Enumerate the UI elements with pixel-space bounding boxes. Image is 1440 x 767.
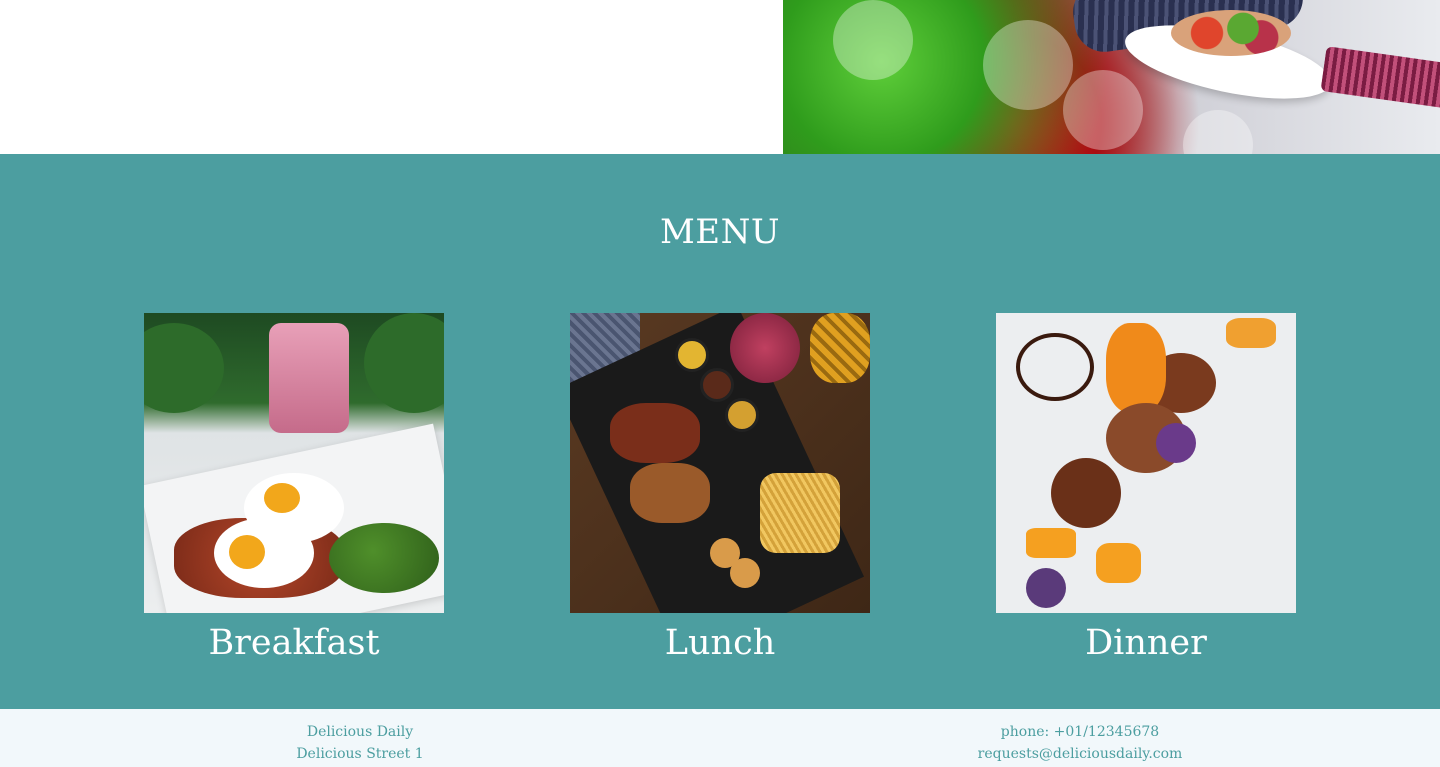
- top-blank-area: [0, 0, 783, 154]
- sauce-dollop: [1051, 458, 1121, 528]
- bokeh-light: [833, 0, 913, 80]
- menu-item-label-lunch[interactable]: Lunch: [570, 623, 870, 663]
- footer-street: Delicious Street 1: [296, 746, 424, 762]
- menu-item-label-breakfast[interactable]: Breakfast: [144, 623, 444, 663]
- bread-roll: [730, 558, 760, 588]
- grilled-meat: [630, 463, 710, 523]
- menu-item-label-dinner[interactable]: Dinner: [996, 623, 1296, 663]
- pineapple: [810, 313, 870, 383]
- smoothie-jar: [269, 323, 349, 433]
- footer-contact: phone: +01/12345678 requests@deliciousda…: [940, 721, 1220, 765]
- orange-garnish: [1026, 528, 1076, 558]
- purple-flower: [1026, 568, 1066, 608]
- egg-yolk: [229, 535, 265, 569]
- hero-image: [783, 0, 1440, 154]
- salad-greens: [329, 523, 439, 593]
- orange-garnish: [1096, 543, 1141, 583]
- leaf: [144, 323, 224, 413]
- plated-food: [1171, 10, 1291, 56]
- bokeh-light: [983, 20, 1073, 110]
- footer-email[interactable]: requests@deliciousdaily.com: [940, 743, 1220, 765]
- purple-flower: [1156, 423, 1196, 463]
- footer: Delicious Daily Delicious Street 1 phone…: [0, 709, 1440, 767]
- chocolate-swirl: [1016, 333, 1094, 401]
- sauce-bowl: [675, 338, 709, 372]
- bokeh-light: [1183, 110, 1253, 154]
- orange-garnish: [1226, 318, 1276, 348]
- fries: [760, 473, 840, 553]
- lunch-photo[interactable]: [570, 313, 870, 613]
- egg-yolk: [264, 483, 300, 513]
- leaf: [364, 313, 444, 413]
- orange-garnish: [1106, 323, 1166, 413]
- footer-phone[interactable]: phone: +01/12345678: [940, 721, 1220, 743]
- breakfast-photo[interactable]: [144, 313, 444, 613]
- sauce-bowl: [700, 368, 734, 402]
- grapes: [730, 313, 800, 383]
- menu-card-dinner[interactable]: Dinner: [996, 313, 1296, 663]
- menu-section: MENU Breakfast Lunch Dinner: [0, 154, 1440, 709]
- grilled-meat: [610, 403, 700, 463]
- menu-card-breakfast[interactable]: Breakfast: [144, 313, 444, 663]
- microgreens-tray: [1320, 46, 1440, 109]
- menu-title: MENU: [659, 212, 781, 252]
- footer-business-name: Delicious Daily: [306, 724, 414, 740]
- dinner-photo[interactable]: [996, 313, 1296, 613]
- menu-card-lunch[interactable]: Lunch: [570, 313, 870, 663]
- bokeh-light: [1063, 70, 1143, 150]
- footer-address: Delicious Daily Delicious Street 1: [260, 721, 460, 765]
- sauce-bowl: [725, 398, 759, 432]
